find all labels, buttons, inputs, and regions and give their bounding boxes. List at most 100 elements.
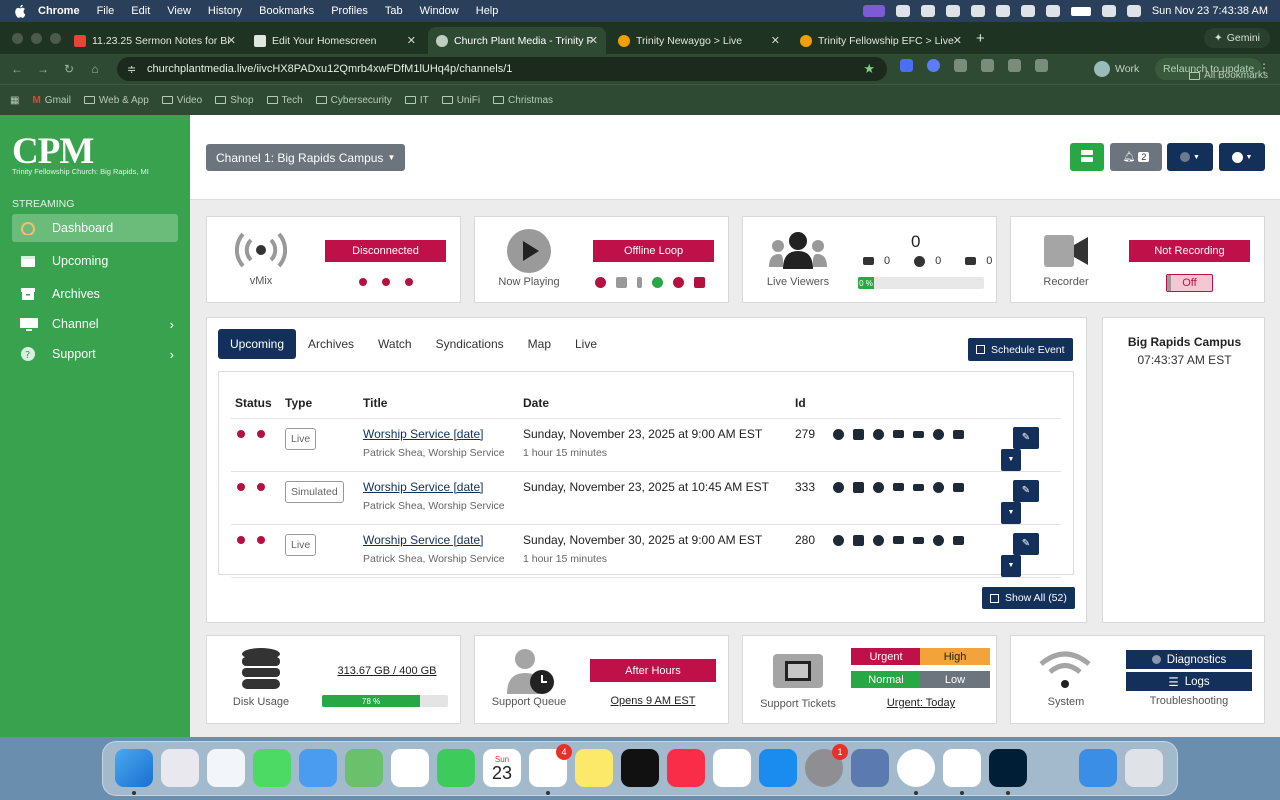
tab-map[interactable]: Map	[516, 329, 563, 359]
show-all-button[interactable]: Show All (52)	[982, 587, 1075, 609]
slack-icon[interactable]	[943, 749, 981, 787]
status-icon[interactable]	[1045, 5, 1060, 17]
launchpad-icon[interactable]	[161, 749, 199, 787]
browser-tab[interactable]: Trinity Newaygo > Live ✕	[610, 27, 788, 54]
sidebar-item-support[interactable]: ? Support ›	[12, 340, 178, 368]
bookmark-folder[interactable]: IT	[404, 95, 429, 106]
cpm-logo[interactable]: CPM	[12, 133, 94, 170]
reload-icon[interactable]: ↻	[56, 62, 82, 76]
sidebar-item-dashboard[interactable]: Dashboard	[12, 214, 178, 242]
tab-live[interactable]: Live	[563, 329, 609, 359]
menu-app-name[interactable]: Chrome	[38, 5, 80, 17]
menu-view[interactable]: View	[167, 5, 191, 17]
address-bar[interactable]: ≑ churchplantmedia.live/iivcHX8PADxu12Qm…	[117, 57, 887, 81]
profile-button[interactable]: Work	[1094, 58, 1139, 80]
chrome-icon[interactable]	[897, 749, 935, 787]
status-icon[interactable]	[920, 5, 935, 17]
menu-profiles[interactable]: Profiles	[331, 5, 368, 17]
edit-event-button[interactable]: ✎	[1013, 479, 1039, 502]
event-title-link[interactable]: Worship Service [date]	[363, 480, 515, 494]
site-settings-icon[interactable]: ≑	[127, 63, 136, 76]
channel-select-dropdown[interactable]: Channel 1: Big Rapids Campus ▼	[206, 144, 406, 171]
bookmark-folder[interactable]: Web & App	[83, 95, 149, 106]
tab-watch[interactable]: Watch	[366, 329, 424, 359]
notes-icon[interactable]	[575, 749, 613, 787]
all-bookmarks-button[interactable]: All Bookmarks	[1189, 70, 1268, 81]
bookmark-gmail[interactable]: M Gmail	[32, 95, 70, 106]
apple-icon[interactable]	[14, 4, 28, 18]
logs-button[interactable]: ☰ Logs	[1126, 672, 1252, 691]
messages-icon[interactable]	[253, 749, 291, 787]
ticket-high-badge[interactable]: High	[920, 648, 990, 665]
status-icon[interactable]	[1020, 5, 1035, 17]
close-tab-icon[interactable]: ✕	[407, 34, 416, 47]
schedule-event-button[interactable]: Schedule Event	[968, 338, 1073, 361]
browser-tab-active[interactable]: Church Plant Media - Trinity F ✕	[428, 27, 606, 54]
browser-tab[interactable]: 11.23.25 Sermon Notes for Bi ✕	[66, 27, 244, 54]
help-dropdown-button[interactable]: ▼	[1167, 143, 1213, 171]
apple-tv-icon[interactable]	[621, 749, 659, 787]
close-window-button[interactable]	[12, 33, 23, 44]
edit-event-button[interactable]: ✎	[1013, 426, 1039, 449]
edit-event-button[interactable]: ✎	[1013, 532, 1039, 555]
urgent-today-link[interactable]: Urgent: Today	[851, 697, 991, 709]
bookmark-folder[interactable]: Christmas	[493, 95, 553, 106]
downloads-folder-icon[interactable]	[1079, 749, 1117, 787]
event-options-dropdown[interactable]: ▼	[1001, 448, 1021, 471]
close-tab-icon[interactable]: ✕	[771, 34, 780, 47]
puzzle-icon[interactable]	[954, 59, 967, 72]
app-store-icon[interactable]	[759, 749, 797, 787]
menu-edit[interactable]: Edit	[131, 5, 150, 17]
bookmark-folder[interactable]: Shop	[215, 95, 254, 106]
menu-tab[interactable]: Tab	[385, 5, 403, 17]
apps-grid-icon[interactable]: ▦	[10, 95, 19, 106]
menubar-clock[interactable]: Sun Nov 23 7:43:38 AM	[1152, 5, 1268, 17]
menu-window[interactable]: Window	[420, 5, 459, 17]
forward-icon[interactable]: →	[30, 62, 56, 76]
browser-tab[interactable]: Trinity Fellowship EFC > Live ✕	[792, 27, 970, 54]
sidebar-item-channel[interactable]: Channel ›	[12, 310, 178, 338]
home-icon[interactable]: ⌂	[82, 62, 108, 76]
reminders-icon[interactable]: 4	[529, 744, 572, 787]
mail-icon[interactable]	[299, 749, 337, 787]
event-options-dropdown[interactable]: ▼	[1001, 501, 1021, 524]
ticket-low-badge[interactable]: Low	[920, 671, 990, 688]
close-tab-icon[interactable]: ✕	[953, 34, 962, 47]
gemini-button[interactable]: ✦ Gemini	[1203, 28, 1270, 48]
bookmark-star-icon[interactable]: ★	[863, 61, 875, 77]
bookmark-folder[interactable]: UniFi	[441, 95, 480, 106]
menu-help[interactable]: Help	[476, 5, 499, 17]
disk-usage-link[interactable]: 313.67 GB / 400 GB	[327, 665, 447, 677]
event-options-dropdown[interactable]: ▼	[1001, 554, 1021, 577]
status-icon[interactable]	[995, 5, 1010, 17]
tab-archives[interactable]: Archives	[296, 329, 366, 359]
battery-icon[interactable]	[1070, 6, 1091, 16]
menu-bookmarks[interactable]: Bookmarks	[259, 5, 314, 17]
trash-icon[interactable]	[1125, 749, 1163, 787]
photos-icon[interactable]	[391, 749, 429, 787]
bookmark-folder[interactable]: Cybersecurity	[315, 95, 392, 106]
opens-link[interactable]: Opens 9 AM EST	[590, 695, 716, 707]
finder-icon[interactable]	[115, 749, 153, 787]
bookmark-folder[interactable]: Tech	[266, 95, 303, 106]
photoshop-icon[interactable]	[989, 749, 1027, 787]
search-icon[interactable]	[1101, 5, 1116, 17]
iphone-mirroring-icon[interactable]	[851, 749, 889, 787]
browser-tab[interactable]: Edit Your Homescreen ✕	[246, 27, 424, 54]
reading-list-icon[interactable]	[1035, 59, 1048, 72]
maps-icon[interactable]	[345, 749, 383, 787]
status-icon[interactable]	[895, 5, 910, 17]
sidebar-item-archives[interactable]: Archives	[12, 280, 178, 308]
sidebar-item-upcoming[interactable]: Upcoming	[12, 247, 178, 275]
notifications-button[interactable]: 🔔︎ 2	[1110, 143, 1162, 171]
ticket-urgent-badge[interactable]: Urgent	[851, 648, 921, 665]
menu-history[interactable]: History	[208, 5, 242, 17]
extension-icon[interactable]	[927, 59, 940, 72]
minimize-window-button[interactable]	[31, 33, 42, 44]
user-menu-button[interactable]: ▼	[1219, 143, 1265, 171]
event-title-link[interactable]: Worship Service [date]	[363, 533, 515, 547]
control-center-icon[interactable]	[1126, 5, 1141, 17]
safari-icon[interactable]	[207, 749, 245, 787]
status-icon[interactable]	[945, 5, 960, 17]
new-tab-icon[interactable]: +	[976, 30, 985, 47]
